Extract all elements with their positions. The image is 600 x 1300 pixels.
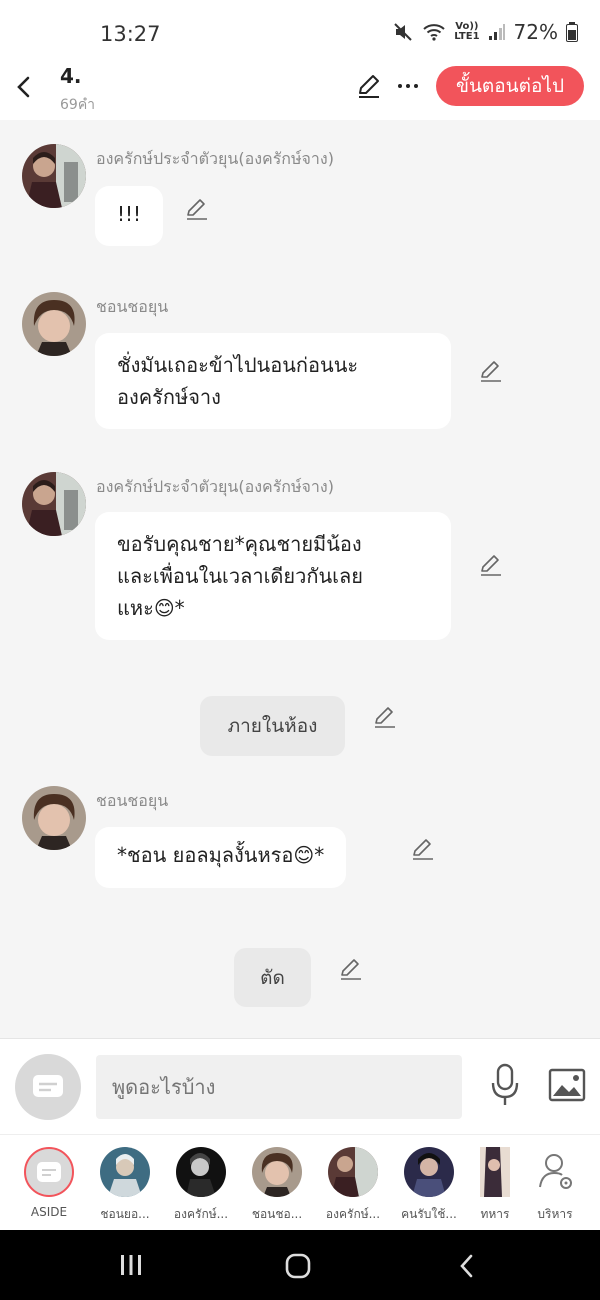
character-label: องครักษ์... [325, 1207, 381, 1221]
character-item[interactable]: องครักษ์... [166, 1145, 236, 1229]
wifi-icon [423, 24, 445, 41]
edit-message-icon[interactable] [372, 704, 398, 730]
message-bubble[interactable]: !!! [95, 186, 164, 246]
avatar [252, 1147, 302, 1197]
battery-icon [566, 22, 578, 42]
network-type: Vo)) LTE1 [454, 21, 480, 42]
speaker-name: องครักษ์ประจำตัวยุน(องครักษ์จาง) [96, 477, 334, 496]
character-label: องครักษ์... [173, 1207, 229, 1221]
character-item[interactable]: องครักษ์... [318, 1145, 388, 1229]
edit-icon[interactable] [355, 72, 383, 100]
chat-area: องครักษ์ประจำตัวยุน(องครักษ์จาง) !!! ชอน… [0, 120, 600, 1038]
app-header: 4. 69คำ ขั้นตอนต่อไป [0, 62, 600, 120]
battery-percent: 72% [513, 20, 558, 44]
narration-bubble[interactable]: ภายในห้อง [200, 696, 345, 756]
word-count: 69คำ [60, 97, 96, 113]
character-aside[interactable]: ASIDE [14, 1145, 84, 1229]
edit-message-icon[interactable] [338, 956, 364, 982]
avatar-chon[interactable] [22, 786, 86, 850]
back-icon[interactable] [12, 72, 36, 102]
speaker-name: ชอนชอยุน [96, 297, 169, 316]
image-icon[interactable] [548, 1067, 586, 1103]
input-bar [0, 1038, 600, 1134]
more-icon[interactable] [396, 72, 420, 100]
character-label: คนรับใช้... [401, 1207, 457, 1221]
message-bubble[interactable]: ชั่งมันเถอะข้าไปนอนก่อนนะ องครักษ์จาง [95, 333, 451, 429]
episode-title: 4. [60, 64, 82, 88]
avatar-guard[interactable] [22, 144, 86, 208]
avatar [404, 1147, 454, 1197]
character-label: ชอนชอ... [251, 1207, 303, 1221]
avatar-guard[interactable] [22, 472, 86, 536]
character-item[interactable]: ทหาร [470, 1145, 520, 1229]
next-step-button[interactable]: ขั้นตอนต่อไป [436, 66, 584, 106]
recent-apps-icon[interactable] [118, 1252, 144, 1278]
character-label: ชอนยอ... [100, 1207, 150, 1221]
signal-icon [488, 24, 505, 40]
status-bar: 13:27 Vo)) LTE1 72% [0, 0, 600, 62]
message-bubble[interactable]: ขอรับคุณชาย*คุณชายมีน้อง และเพื่อนในเวลา… [95, 512, 451, 640]
aside-toggle-button[interactable] [15, 1054, 81, 1120]
edit-message-icon[interactable] [184, 196, 210, 222]
system-back-icon[interactable] [456, 1252, 478, 1280]
character-label: ทหาร [480, 1207, 510, 1221]
avatar [328, 1147, 378, 1197]
character-label: ASIDE [30, 1205, 68, 1219]
avatar [176, 1147, 226, 1197]
microphone-icon[interactable] [488, 1061, 522, 1109]
status-icons: Vo)) LTE1 72% [392, 20, 578, 44]
manage-characters-button[interactable]: บริหาร [520, 1145, 590, 1229]
aside-chat-icon [24, 1147, 74, 1197]
mute-icon [394, 23, 412, 41]
person-settings-icon [530, 1147, 580, 1197]
home-icon[interactable] [284, 1252, 312, 1280]
character-item[interactable]: คนรับใช้... [394, 1145, 464, 1229]
edit-message-icon[interactable] [478, 552, 504, 578]
edit-message-icon[interactable] [478, 358, 504, 384]
aside-chat-icon [33, 1075, 63, 1097]
speaker-name: องครักษ์ประจำตัวยุน(องครักษ์จาง) [96, 149, 334, 168]
character-label: บริหาร [537, 1207, 573, 1221]
message-input[interactable] [96, 1055, 462, 1119]
narration-bubble[interactable]: ตัด [234, 948, 311, 1007]
avatar [100, 1147, 150, 1197]
avatar-chon[interactable] [22, 292, 86, 356]
edit-message-icon[interactable] [410, 836, 436, 862]
character-selector: ASIDE ชอนยอ... องครักษ์... ชอนชอ... องคร… [0, 1134, 600, 1230]
character-item[interactable]: ชอนชอ... [242, 1145, 312, 1229]
message-bubble[interactable]: *ชอน ยอลมุลงั้นหรอ😊* [95, 827, 347, 888]
character-item[interactable]: ชอนยอ... [90, 1145, 160, 1229]
avatar [480, 1147, 510, 1197]
speaker-name: ชอนชอยุน [96, 791, 169, 810]
system-nav-bar [0, 1230, 600, 1300]
status-time: 13:27 [100, 22, 161, 46]
